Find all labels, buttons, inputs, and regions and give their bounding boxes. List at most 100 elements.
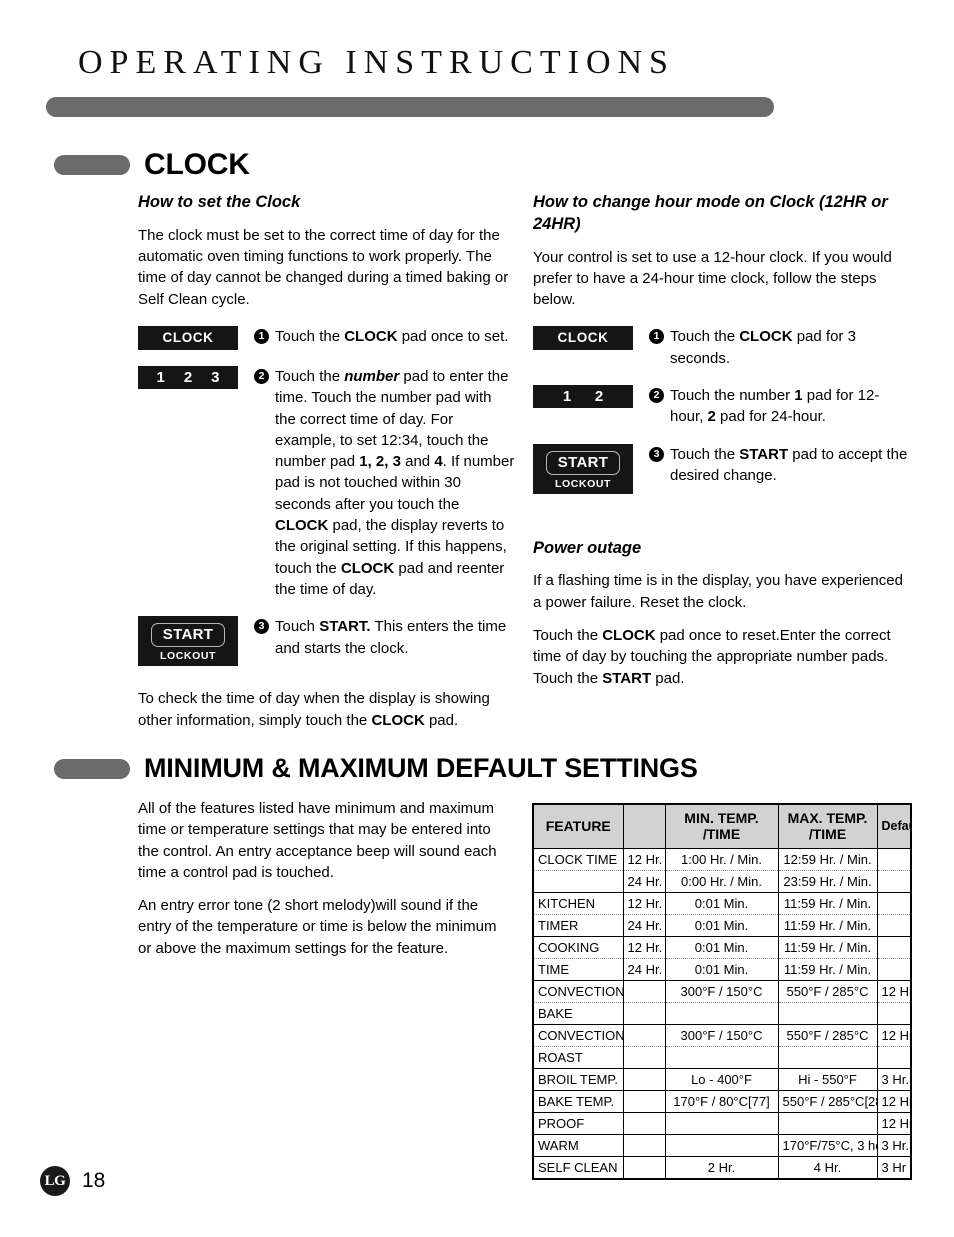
table-column-header-4: Default [876, 803, 912, 849]
cell-default [876, 869, 912, 893]
cell-hour-mode [622, 1111, 666, 1135]
page-number: 18 [82, 1169, 106, 1192]
control-pad-graphic: 123 [138, 365, 238, 389]
cell-hour-mode [622, 1023, 666, 1047]
step-instruction: Touch the CLOCK pad once to set. [275, 326, 516, 347]
table-row: SELF CLEAN 2 Hr. 4 Hr. 3 Hr [532, 1155, 912, 1180]
pad-lockout-label: LOCKOUT [159, 650, 217, 663]
cell-default [876, 1001, 912, 1025]
cell-hour-mode [622, 1045, 666, 1069]
text-run: START [602, 669, 652, 687]
paragraph-power-outage-1: If a flashing time is in the display, yo… [533, 572, 903, 611]
control-pad-graphic: CLOCK [138, 325, 238, 350]
step-row: START LOCKOUT 3 Touch the START pad to acce… [533, 443, 911, 494]
text-run: pad. [424, 711, 459, 729]
subheading-hour-mode: How to change hour mode on Clock (12HR o… [533, 193, 888, 233]
cell-max: 11:59 Hr. / Min. [777, 891, 878, 915]
cell-default: 3 Hr. [876, 1067, 912, 1091]
cell-default: 12 Hr. [876, 1111, 912, 1135]
cell-feature: WARM [532, 1133, 624, 1157]
step-instruction: Touch START. This enters the time and st… [275, 616, 516, 659]
table-header: FEATURE MIN. TEMP./TIME MAX. TEMP./TIME Def… [532, 803, 912, 849]
step-text: 2 Touch the number 1 pad for 12-hour, 2 p… [649, 385, 911, 428]
table-row: BAKE [532, 1001, 912, 1025]
control-pad-graphic: CLOCK [533, 326, 633, 351]
text-run: pad. [651, 669, 685, 687]
pad-clock: CLOCK [138, 325, 238, 350]
cell-feature: TIMER [532, 913, 624, 937]
cell-feature [532, 869, 624, 893]
cell-max: 550°F / 285°C [777, 979, 878, 1003]
cell-max: 170°F/75°C, 3 hours [777, 1133, 878, 1157]
cell-hour-mode: 24 Hr. [622, 913, 666, 937]
cell-feature: ROAST [532, 1045, 624, 1069]
cell-min: 0:01 Min. [664, 891, 779, 915]
pad-start: START LOCKOUT [533, 443, 633, 494]
text-run: START [739, 445, 789, 463]
cell-max: 11:59 Hr. / Min. [777, 913, 878, 937]
step-instruction: Touch the number pad to enter the time. … [275, 366, 516, 600]
text-run: CLOCK [340, 559, 395, 577]
paragraph-minmax-1: All of the features listed have minimum … [138, 800, 497, 881]
table-row: 24 Hr. 0:00 Hr. / Min. 23:59 Hr. / Min. [532, 869, 912, 893]
section-title-clock: CLOCK [144, 148, 250, 181]
step-number-badge: 2 [649, 388, 664, 404]
cell-hour-mode: 12 Hr. [622, 935, 666, 959]
cell-min: 0:01 Min. [664, 957, 779, 981]
text-run: CLOCK [275, 517, 329, 535]
pad-start: START LOCKOUT [138, 616, 238, 667]
cell-default: 3 Hr. [876, 1133, 912, 1157]
text-run: CLOCK [602, 626, 656, 644]
pad-start-label: START [150, 623, 226, 648]
cell-min: 2 Hr. [664, 1155, 779, 1180]
cell-min: 0:01 Min. [664, 913, 779, 937]
cell-max [777, 1001, 878, 1025]
cell-min [664, 1045, 779, 1069]
step-instruction: Touch the START pad to accept the desire… [670, 444, 911, 487]
cell-default [876, 957, 912, 981]
cell-feature: BAKE [532, 1001, 624, 1025]
control-pad-graphic: START LOCKOUT [138, 616, 238, 667]
cell-max: 550°F / 285°C[288] [777, 1089, 878, 1113]
cell-max: 11:59 Hr. / Min. [777, 935, 878, 959]
cell-min [664, 1133, 779, 1157]
cell-feature: BAKE TEMP. [532, 1089, 624, 1113]
cell-max: 12:59 Hr. / Min. [777, 847, 878, 871]
text-run: 4 [434, 453, 443, 471]
cell-default: 12 Hr. [876, 979, 912, 1003]
cell-feature: KITCHEN [532, 891, 624, 915]
steps-list-hour-mode: CLOCK 1 Touch the CLOCK pad for 3 seconds.… [533, 326, 911, 494]
cell-max: 11:59 Hr. / Min. [777, 957, 878, 981]
table-row: PROOF 12 Hr. [532, 1111, 912, 1135]
cell-min: 1:00 Hr. / Min. [664, 847, 779, 871]
text-run: pad once to set. [397, 327, 509, 345]
step-text: 3 Touch START. This enters the time and s… [254, 616, 516, 659]
table-header-row: FEATURE MIN. TEMP./TIME MAX. TEMP./TIME Def… [532, 803, 912, 849]
table-row: BROIL TEMP. Lo - 400°F Hi - 550°F 3 Hr. [532, 1067, 912, 1091]
right-column: How to change hour mode on Clock (12HR o… [533, 192, 911, 701]
header-line: MIN. TEMP. [684, 810, 759, 827]
section-title-minmax: MINIMUM & MAXIMUM DEFAULT SETTINGS [144, 753, 698, 783]
cell-max: 4 Hr. [777, 1155, 878, 1180]
table-row: CONVECTION 300°F / 150°C 550°F / 285°C 12 H… [532, 1023, 912, 1047]
cell-default: 12 Hr. [876, 1023, 912, 1047]
text-run: Touch the [533, 626, 603, 644]
cell-default [876, 913, 912, 937]
control-pad-graphic: START LOCKOUT [533, 443, 633, 494]
cell-feature: CONVECTION [532, 979, 624, 1003]
header-line: FEATURE [545, 818, 611, 835]
cell-hour-mode [622, 1089, 666, 1113]
text-run: CLOCK [371, 711, 425, 729]
text-run: and [400, 453, 435, 471]
cell-hour-mode: 12 Hr. [622, 847, 666, 871]
step-row: CLOCK 1 Touch the CLOCK pad once to set. [138, 325, 516, 350]
text-run: Touch the number [670, 387, 795, 405]
step-number-badge: 3 [649, 446, 664, 462]
settings-table-container: FEATURE MIN. TEMP./TIME MAX. TEMP./TIME Def… [532, 803, 912, 1180]
text-run: Touch the [670, 328, 740, 346]
text-run: Touch the [275, 367, 345, 385]
cell-hour-mode [622, 979, 666, 1003]
pad-number-row: 123 [138, 365, 238, 389]
step-text: 1 Touch the CLOCK pad for 3 seconds. [649, 326, 911, 369]
text-run: START. [319, 618, 371, 636]
